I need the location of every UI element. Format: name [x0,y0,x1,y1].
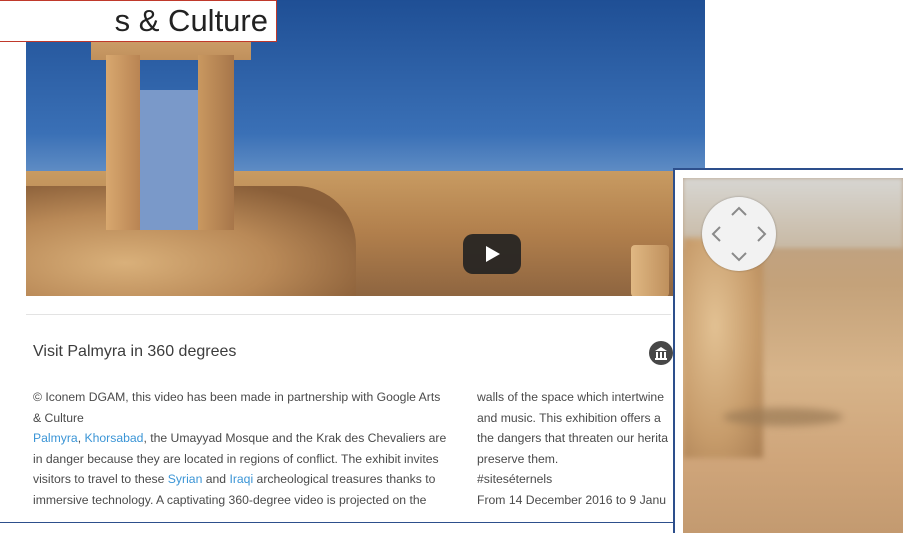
desc-line: walls of the space which intertwine [477,390,664,404]
desc-line: visitors to travel to these Syrian and I… [33,472,436,487]
link-khorsabad[interactable]: Khorsabad [84,431,143,445]
play-icon[interactable] [463,234,521,274]
section-title-tag: s & Culture [0,0,277,42]
video-player[interactable] [26,0,705,296]
desc-line: From 14 December 2016 to 9 Janu [477,492,667,507]
desc-line: in danger because they are located in re… [33,451,439,466]
link-syrian[interactable]: Syrian [168,472,203,486]
desc-line: © Iconem DGAM, this video has been made … [33,390,441,404]
desc-line: and music. This exhibition offers a [477,410,661,425]
frame-line [0,522,680,523]
link-iraqi[interactable]: Iraqi [229,472,253,486]
desc-line: immersive technology. A captivating 360-… [33,492,427,507]
ruins-column [631,245,669,296]
video-description: © Iconem DGAM, this video has been made … [33,387,463,511]
rotate-360-icon: 360° [708,48,868,160]
desc-line: the dangers that threaten our herita [477,431,669,446]
section-title-text: s & Culture [114,3,268,38]
nav-pad-icon[interactable] [702,197,776,271]
museum-icon[interactable] [649,341,673,365]
divider [26,314,671,315]
desc-line: Palmyra, Khorsabad, the Umayyad Mosque a… [33,431,447,446]
link-palmyra[interactable]: Palmyra [33,431,78,445]
desc-line: & Culture [33,410,84,425]
desc-line: preserve them. [477,451,559,466]
video-title: Visit Palmyra in 360 degrees [33,343,237,360]
video-description-col2: walls of the space which intertwine and … [477,387,677,511]
desc-line: #siteséternels [477,472,553,487]
